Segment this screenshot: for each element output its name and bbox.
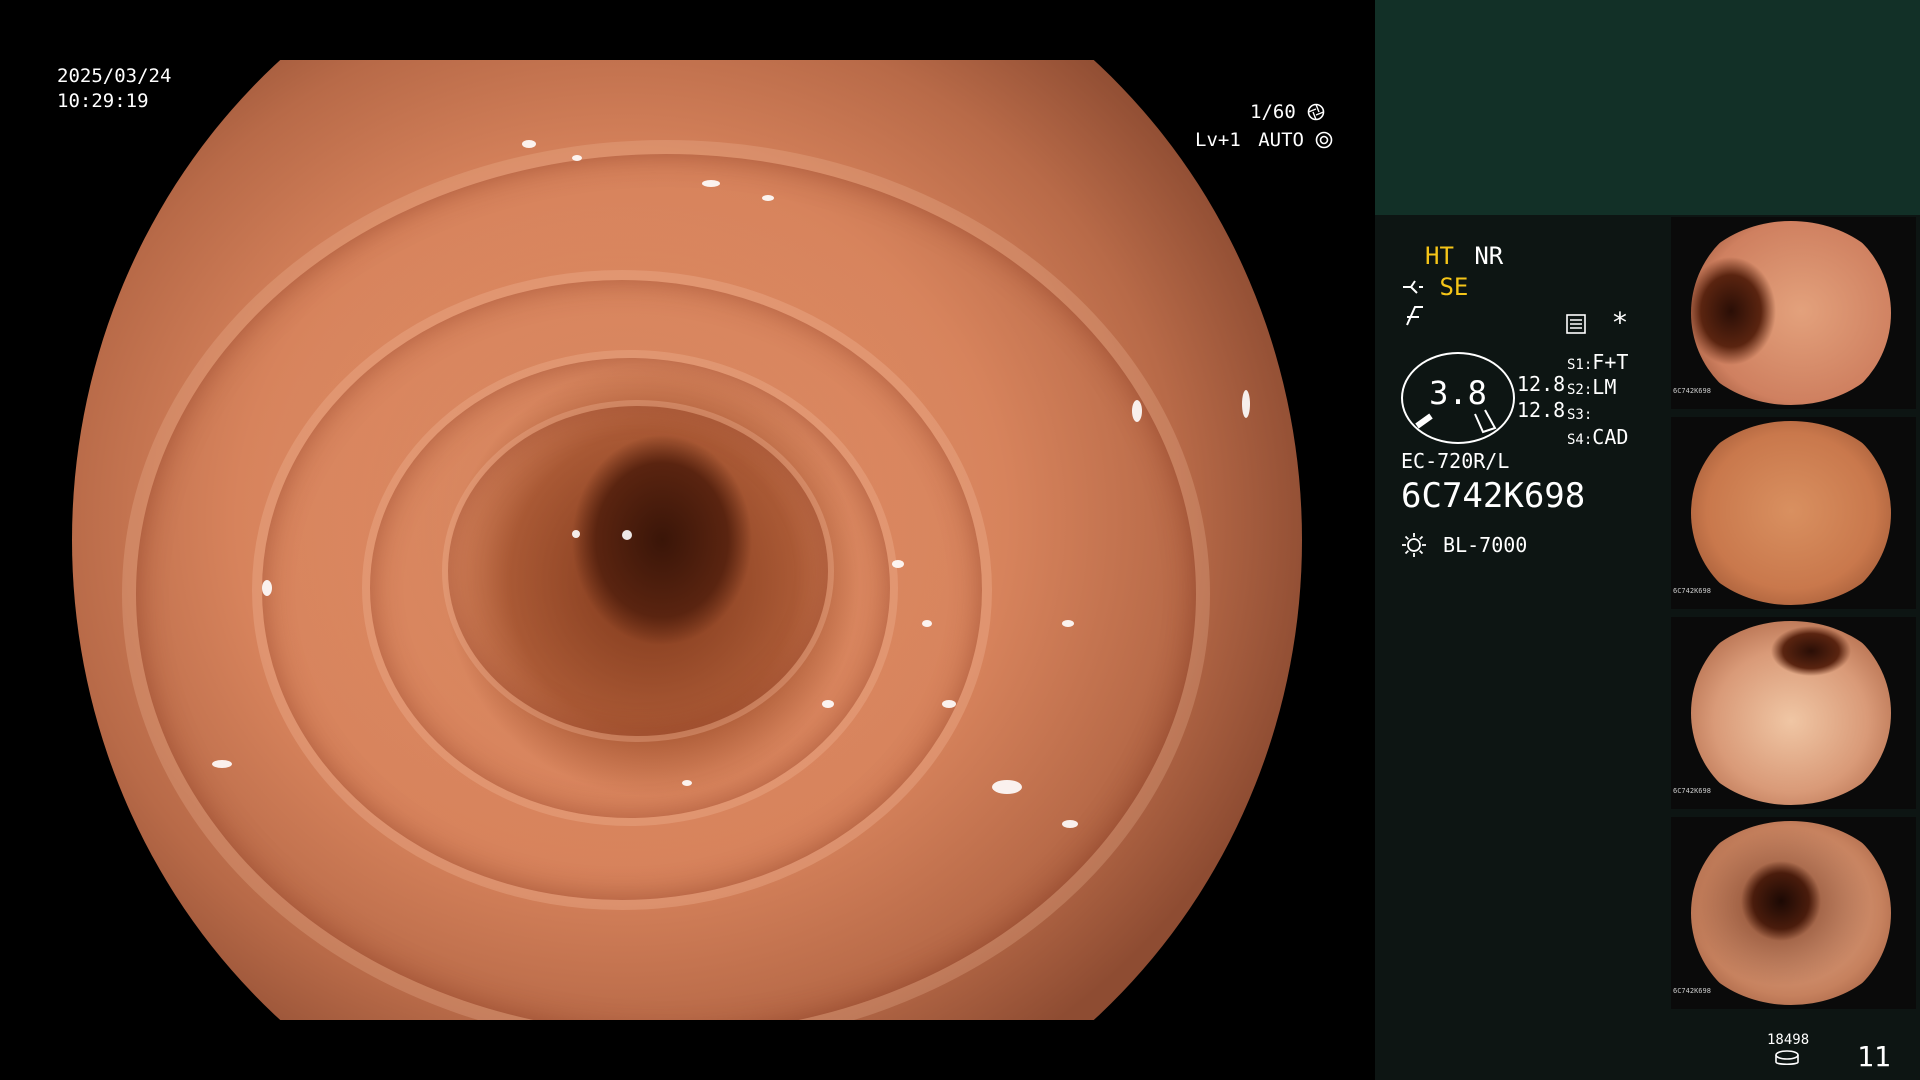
specular-highlight bbox=[702, 180, 720, 187]
thumbnail-image bbox=[1691, 621, 1891, 805]
scope-serial: 6C742K698 bbox=[1401, 476, 1586, 516]
specular-highlight bbox=[922, 620, 932, 627]
switch-row-2: S2:LM bbox=[1567, 375, 1616, 399]
sun-icon bbox=[1402, 533, 1426, 557]
thumbnail-3[interactable]: 6C742K698 bbox=[1671, 617, 1916, 809]
specular-highlight bbox=[1242, 390, 1250, 418]
specular-highlight bbox=[822, 700, 834, 708]
specular-highlight bbox=[892, 560, 904, 568]
capture-count: 11 bbox=[1857, 1040, 1891, 1073]
gauge-lower: 12.8 bbox=[1517, 398, 1566, 422]
capture-time: 10:29:19 bbox=[57, 90, 149, 112]
shutter-value: 1/60 bbox=[1250, 101, 1296, 123]
specular-highlight bbox=[212, 760, 232, 768]
auto-iris-icon bbox=[1316, 131, 1333, 149]
shutter-speed: 1/60 bbox=[1250, 100, 1325, 125]
thumbnail-serial: 6C742K698 bbox=[1673, 387, 1711, 395]
light-source-label: BL-7000 bbox=[1443, 533, 1528, 557]
mode-value: AUTO bbox=[1258, 129, 1304, 151]
specular-highlight bbox=[762, 195, 774, 201]
specular-highlight bbox=[572, 155, 582, 161]
nr-indicator: NR bbox=[1474, 242, 1504, 270]
specular-highlight bbox=[572, 530, 580, 538]
switch-row-3: S3: bbox=[1567, 400, 1592, 424]
gauge-upper: 12.8 bbox=[1517, 372, 1566, 396]
switch-value: CAD bbox=[1592, 425, 1629, 449]
thumbnail-2[interactable]: 6C742K698 bbox=[1671, 417, 1916, 609]
thumbnail-image bbox=[1691, 821, 1891, 1005]
thumbnail-1[interactable]: 6C742K698 bbox=[1671, 217, 1916, 409]
thumbnail-4[interactable]: 6C742K698 bbox=[1671, 817, 1916, 1009]
switch-label: S3: bbox=[1567, 407, 1593, 423]
switch-row-1: S1:F+T bbox=[1567, 350, 1628, 374]
specular-highlight bbox=[622, 530, 632, 540]
bent-arrow-icon bbox=[1403, 280, 1423, 294]
hook-symbol-icon bbox=[1406, 306, 1423, 326]
level-value: Lv+1 bbox=[1195, 129, 1241, 151]
thumbnail-serial: 6C742K698 bbox=[1673, 587, 1711, 595]
switch-label: S4: bbox=[1567, 432, 1593, 448]
specular-highlight bbox=[1062, 820, 1078, 828]
light-source: BL-7000 bbox=[1401, 532, 1527, 558]
specular-highlight bbox=[262, 580, 272, 596]
aperture-icon bbox=[1307, 103, 1325, 121]
live-view-pane: 2025/03/24 10:29:19 1/60 Lv+1 AUTO bbox=[0, 0, 1375, 1080]
storage-count: 18498 bbox=[1767, 1032, 1810, 1048]
gauge-needle-icon bbox=[1415, 409, 1497, 434]
capture-date: 2025/03/24 bbox=[57, 65, 172, 87]
switch-label: S1: bbox=[1567, 357, 1593, 373]
ht-indicator: HT bbox=[1425, 242, 1454, 270]
switch-row-4: S4:CAD bbox=[1567, 425, 1628, 449]
exposure-mode: Lv+1 AUTO bbox=[1195, 128, 1333, 153]
switch-value: F+T bbox=[1592, 350, 1629, 374]
se-status: SE bbox=[1401, 273, 1468, 301]
image-enhancement-status: HT NR bbox=[1425, 242, 1503, 270]
insertion-gauge: 3.8 bbox=[1401, 352, 1515, 444]
specular-highlight bbox=[522, 140, 536, 148]
switch-value: LM bbox=[1592, 375, 1617, 399]
mucosal-fold bbox=[122, 140, 1210, 1020]
specular-highlight bbox=[992, 780, 1022, 794]
specular-highlight bbox=[1062, 620, 1074, 627]
star-indicator: * bbox=[1611, 306, 1629, 339]
thumbnail-image bbox=[1691, 221, 1891, 405]
scope-model: EC-720R/L bbox=[1401, 449, 1510, 473]
specular-highlight bbox=[1132, 400, 1142, 422]
storage-disk-icon bbox=[1775, 1050, 1799, 1066]
settings-panel-icon bbox=[1566, 314, 1586, 334]
panel-header-area bbox=[1375, 0, 1920, 215]
thumbnail-serial: 6C742K698 bbox=[1673, 987, 1711, 995]
se-indicator: SE bbox=[1439, 273, 1469, 301]
endoscope-image bbox=[72, 60, 1302, 1020]
specular-highlight bbox=[942, 700, 956, 708]
thumbnail-image bbox=[1691, 421, 1891, 605]
status-panel: HT NR SE * 3.8 12.8 12.8 S1:F+T S2:LM S3… bbox=[1375, 0, 1920, 1080]
settings-status: * bbox=[1565, 306, 1628, 339]
thumbnail-serial: 6C742K698 bbox=[1673, 787, 1711, 795]
switch-label: S2: bbox=[1567, 382, 1593, 398]
specular-highlight bbox=[682, 780, 692, 786]
hook-symbol bbox=[1403, 305, 1425, 333]
